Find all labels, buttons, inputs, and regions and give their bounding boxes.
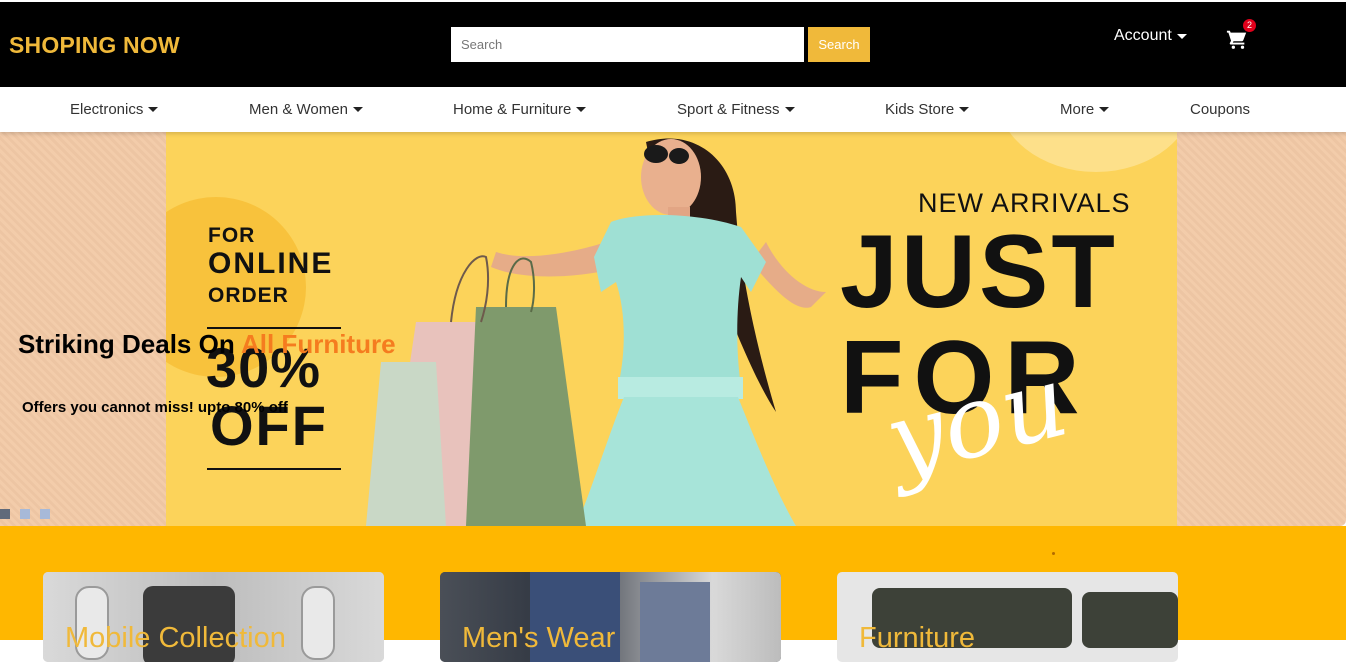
nav-item-label: Electronics	[70, 101, 144, 118]
category-card-title: Men's Wear	[462, 622, 616, 654]
top-header: SHOPING NOW Search Account 2	[0, 0, 1346, 87]
nav-item-men-women[interactable]: Men & Women	[249, 101, 363, 118]
cart-count-badge: 2	[1243, 19, 1256, 32]
category-card-title: Furniture	[859, 622, 976, 654]
decor-dot	[1052, 552, 1055, 555]
hero-carousel[interactable]: FOR ONLINE ORDER 30% OFF NEW ARRIVALS JU…	[0, 132, 1346, 526]
chevron-down-icon	[1176, 33, 1187, 39]
carousel-indicators	[0, 509, 50, 519]
nav-item-label: More	[1060, 101, 1095, 118]
nav-item-label: Home & Furniture	[453, 101, 572, 118]
category-card-mens-wear[interactable]: Men's Wear	[440, 572, 781, 662]
chevron-down-icon	[576, 107, 587, 112]
account-label: Account	[1114, 27, 1172, 44]
nav-item-more[interactable]: More	[1060, 101, 1110, 118]
category-section: Mobile Collection Men's Wear Furniture	[0, 526, 1346, 662]
nav-item-label: Kids Store	[885, 101, 955, 118]
promo-divider	[207, 468, 341, 470]
chevron-down-icon	[959, 107, 970, 112]
promo-order-text: ORDER	[208, 284, 289, 307]
nav-item-kids-store[interactable]: Kids Store	[885, 101, 970, 118]
nav-item-label: Men & Women	[249, 101, 348, 118]
nav-item-electronics[interactable]: Electronics	[70, 101, 159, 118]
banner-circle-decoration	[996, 132, 1177, 172]
chevron-down-icon	[352, 107, 363, 112]
chevron-down-icon	[148, 107, 159, 112]
nav-item-coupons[interactable]: Coupons	[1190, 101, 1250, 118]
category-nav: Electronics Men & Women Home & Furniture…	[0, 87, 1346, 132]
hero-title-highlight: All Furniture	[240, 329, 396, 359]
category-card-furniture[interactable]: Furniture	[837, 572, 1178, 662]
carousel-dot[interactable]	[20, 509, 30, 519]
phone-camera-decoration	[301, 586, 335, 660]
shopping-woman-illustration	[366, 138, 826, 526]
nav-item-label: Coupons	[1190, 101, 1251, 118]
search-button[interactable]: Search	[808, 27, 870, 62]
nav-item-label: Sport & Fitness	[677, 101, 780, 118]
just-text: JUST	[840, 214, 1118, 330]
promo-for-text: FOR	[208, 224, 256, 247]
category-card-title: Mobile Collection	[65, 622, 286, 654]
nav-item-sport-fitness[interactable]: Sport & Fitness	[677, 101, 795, 118]
chevron-down-icon	[1099, 107, 1110, 112]
carousel-dot[interactable]	[40, 509, 50, 519]
brand-logo[interactable]: SHOPING NOW	[9, 32, 180, 59]
search-input[interactable]	[451, 27, 804, 62]
cart-icon[interactable]	[1226, 28, 1248, 50]
shirt-decoration	[640, 582, 710, 662]
category-card-mobile[interactable]: Mobile Collection	[43, 572, 384, 662]
carousel-dot[interactable]	[0, 509, 10, 519]
hero-title-prefix: Striking Deals On	[18, 329, 241, 359]
promo-online-text: ONLINE	[208, 247, 334, 280]
hero-subtitle: Offers you cannot miss! upto 80% off	[22, 399, 288, 416]
hero-title: Striking Deals On All Furniture	[18, 329, 396, 360]
nav-item-home-furniture[interactable]: Home & Furniture	[453, 101, 587, 118]
chevron-down-icon	[784, 107, 795, 112]
account-menu[interactable]: Account	[1114, 27, 1187, 45]
